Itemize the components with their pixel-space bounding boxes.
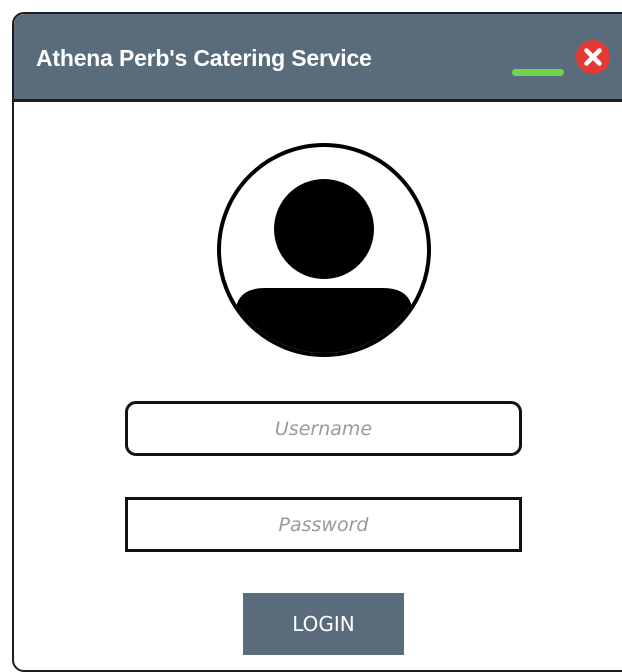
password-input[interactable] — [125, 497, 522, 552]
user-avatar-icon — [217, 143, 431, 357]
login-button-label: LOGIN — [292, 612, 355, 636]
window-title: Athena Perb's Catering Service — [36, 45, 372, 71]
close-icon[interactable] — [575, 39, 611, 75]
username-input[interactable] — [125, 401, 522, 456]
title-bar[interactable]: Athena Perb's Catering Service — [14, 14, 622, 102]
login-window: Athena Perb's Catering Service LOGIN — [12, 12, 622, 672]
minimize-icon[interactable] — [512, 69, 564, 76]
login-button[interactable]: LOGIN — [243, 593, 404, 655]
